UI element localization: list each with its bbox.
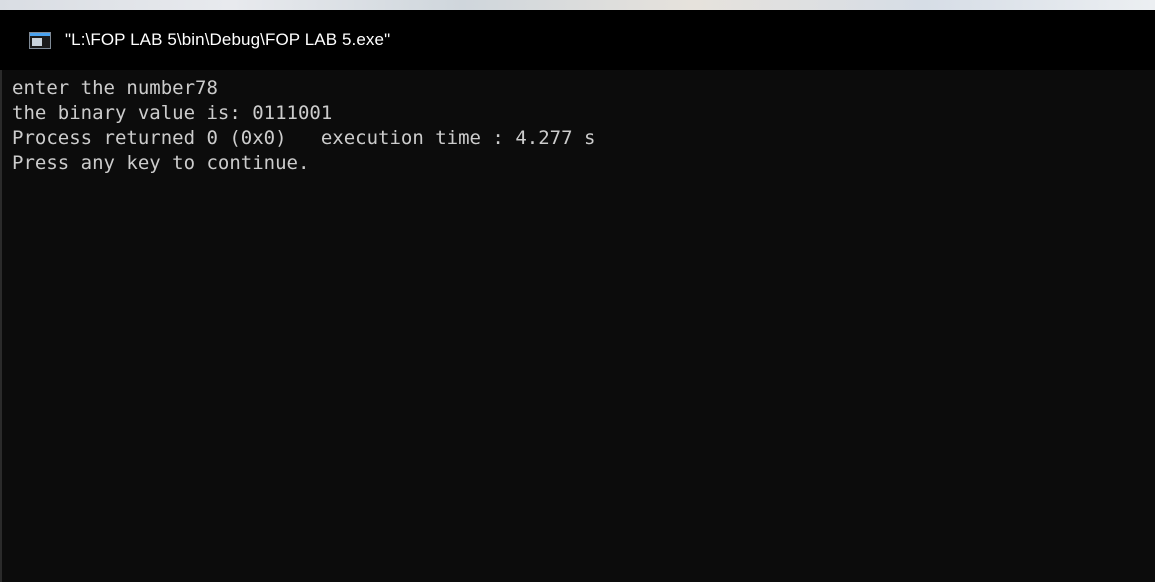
window-title: "L:\FOP LAB 5\bin\Debug\FOP LAB 5.exe" [65, 30, 391, 49]
screen: "L:\FOP LAB 5\bin\Debug\FOP LAB 5.exe" e… [0, 0, 1155, 582]
console-app-icon[interactable] [29, 31, 51, 49]
console-line-process-returned: Process returned 0 (0x0) execution time … [12, 127, 596, 149]
console-line-prompt: enter the number78 [12, 77, 218, 99]
console-line-result: the binary value is: 0111001 [12, 102, 333, 124]
console-lines: enter the number78 the binary value is: … [12, 76, 595, 176]
console-line-press-any-key: Press any key to continue. [12, 152, 310, 174]
console-window[interactable]: "L:\FOP LAB 5\bin\Debug\FOP LAB 5.exe" e… [0, 10, 1155, 582]
title-bar[interactable]: "L:\FOP LAB 5\bin\Debug\FOP LAB 5.exe" [0, 10, 1155, 70]
background-desktop-strip [0, 0, 1155, 10]
icon-title-strip [30, 32, 50, 36]
console-output-area[interactable]: enter the number78 the binary value is: … [0, 70, 1155, 582]
icon-screen [32, 37, 42, 46]
